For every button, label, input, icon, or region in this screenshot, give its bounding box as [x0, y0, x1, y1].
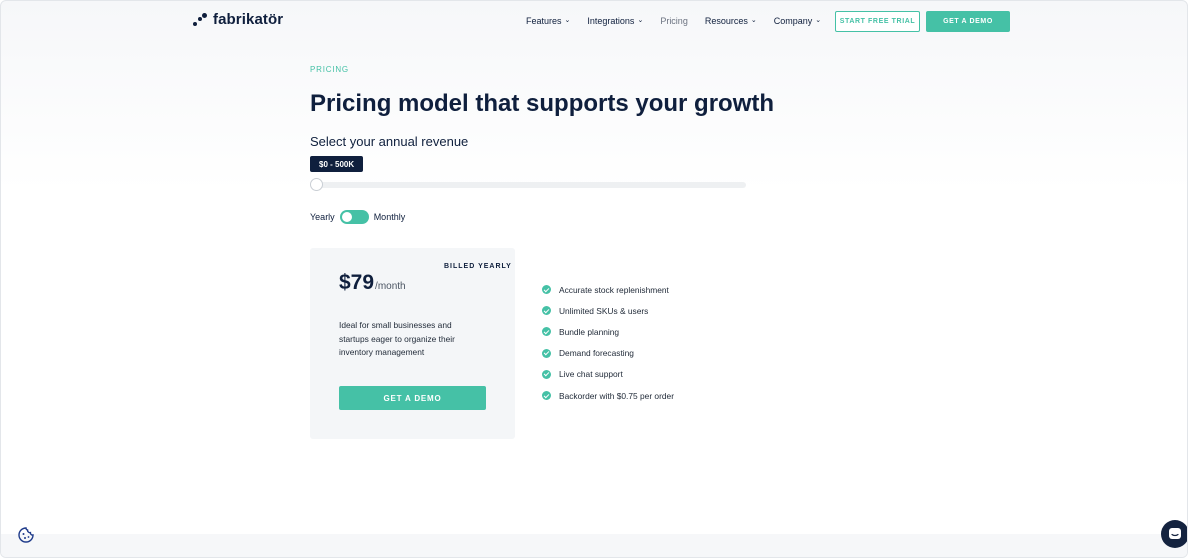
nav-company-label: Company — [773, 16, 813, 26]
feature-item: Unlimited SKUs & users — [542, 300, 674, 321]
nav-pricing-label: Pricing — [660, 16, 688, 26]
billing-toggle[interactable] — [339, 210, 369, 224]
get-a-demo-header-button[interactable]: GET A DEMO — [926, 11, 1010, 32]
feature-item: Accurate stock replenishment — [542, 279, 674, 300]
chat-icon[interactable] — [1161, 520, 1187, 548]
chevron-down-icon: ⌄ — [815, 17, 822, 24]
get-a-demo-card-button[interactable]: GET A DEMO — [339, 386, 486, 410]
check-circle-icon — [542, 306, 551, 316]
nav-integrations[interactable]: Integrations ⌄ — [587, 16, 643, 26]
billing-toggle-row: Yearly Monthly — [310, 210, 405, 224]
chevron-down-icon: ⌄ — [750, 17, 757, 24]
feature-text: Unlimited SKUs & users — [559, 305, 649, 316]
revenue-range-badge: $0 - 500K — [310, 156, 364, 172]
feature-item: Backorder with $0.75 per order — [542, 385, 674, 406]
page-title: Pricing model that supports your growth — [310, 90, 775, 117]
nav-resources-label: Resources — [704, 16, 748, 26]
main-nav: Features ⌄ Integrations ⌄ Pricing Resour… — [526, 16, 821, 26]
feature-text: Backorder with $0.75 per order — [559, 390, 674, 401]
check-circle-icon — [542, 285, 551, 295]
revenue-slider-thumb[interactable] — [310, 178, 323, 191]
nav-pricing[interactable]: Pricing — [660, 16, 688, 26]
logo-text: fabrikatör — [213, 11, 284, 28]
check-circle-icon — [542, 369, 551, 379]
nav-features[interactable]: Features ⌄ — [526, 16, 570, 26]
feature-text: Accurate stock replenishment — [559, 284, 669, 295]
revenue-label: Select your annual revenue — [310, 134, 469, 149]
plan-description: Ideal for small businesses and startups … — [339, 320, 455, 357]
feature-text: Demand forecasting — [559, 348, 634, 359]
page: fabrikatör Features ⌄ Integrations ⌄ Pri… — [0, 0, 1188, 558]
cookie-icon[interactable] — [17, 526, 35, 544]
nav-resources[interactable]: Resources ⌄ — [705, 16, 757, 26]
toggle-knob — [341, 212, 352, 222]
nav-company[interactable]: Company ⌄ — [774, 16, 821, 26]
revenue-slider-track[interactable] — [311, 182, 746, 188]
start-free-trial-button[interactable]: START FREE TRIAL — [835, 11, 920, 32]
billing-note: BILLED YEARLY — [444, 263, 512, 270]
monthly-label[interactable]: Monthly — [374, 212, 406, 222]
nav-integrations-label: Integrations — [587, 16, 635, 26]
feature-item: Live chat support — [542, 364, 674, 385]
check-circle-icon — [542, 391, 551, 401]
feature-text: Bundle planning — [559, 326, 620, 337]
logo-mark-icon — [193, 12, 207, 27]
price-amount: $79 — [339, 271, 375, 294]
yearly-label[interactable]: Yearly — [310, 212, 335, 222]
section-eyebrow: PRICING — [310, 65, 349, 74]
feature-item: Demand forecasting — [542, 343, 674, 364]
feature-item: Bundle planning — [542, 321, 674, 342]
price-period: /month — [375, 281, 406, 292]
logo[interactable]: fabrikatör — [193, 11, 283, 28]
check-circle-icon — [542, 348, 551, 358]
nav-features-label: Features — [526, 16, 562, 26]
plan-price: $79 /month — [339, 271, 406, 295]
footer-band — [1, 534, 1187, 557]
chevron-down-icon: ⌄ — [637, 17, 644, 24]
chevron-down-icon: ⌄ — [564, 17, 571, 24]
feature-text: Live chat support — [559, 369, 623, 380]
feature-list: Accurate stock replenishment Unlimited S… — [542, 279, 674, 406]
check-circle-icon — [542, 327, 551, 337]
